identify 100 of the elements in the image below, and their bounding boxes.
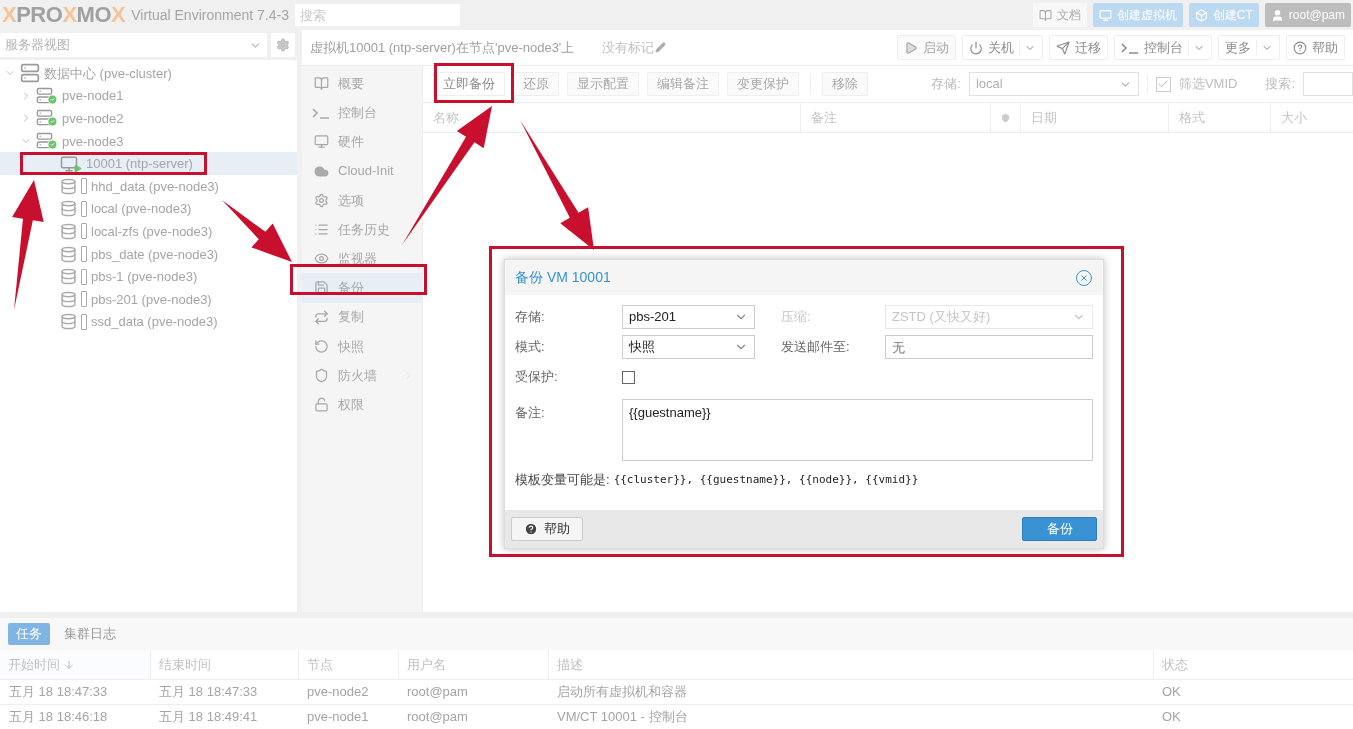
nav-item[interactable]: Cloud-Init: [302, 156, 422, 186]
column-header[interactable]: 备注: [800, 103, 990, 132]
select-field[interactable]: 快照: [622, 335, 755, 359]
column-header[interactable]: 状态: [1153, 650, 1353, 679]
nav-item[interactable]: 硬件: [302, 127, 422, 157]
tab[interactable]: 任务: [8, 623, 50, 645]
toolbar-button[interactable]: 控制台: [1114, 35, 1212, 60]
undo-icon: [313, 338, 329, 354]
tree-label: pbs-1 (pve-node3): [91, 269, 198, 285]
settings-button[interactable]: [271, 33, 295, 57]
column-header[interactable]: 用户名: [398, 650, 548, 679]
tree-label: pve-node1: [62, 88, 124, 104]
storage-label: 存储:: [931, 75, 961, 94]
nav-item[interactable]: 选项: [302, 185, 422, 215]
gear-icon: [276, 38, 290, 52]
search-label: 搜索:: [1265, 75, 1295, 94]
header-button[interactable]: root@pam: [1264, 3, 1351, 27]
tree-item[interactable]: pbs-201 (pve-node3): [0, 287, 297, 311]
tree-item[interactable]: hhd_data (pve-node3): [0, 174, 297, 198]
table-cell-text: pve-node2: [306, 683, 370, 702]
database-icon: [60, 245, 77, 263]
database-icon: [60, 313, 77, 331]
column-header[interactable]: 名称: [423, 103, 800, 132]
view-select[interactable]: 服务器视图: [0, 33, 267, 57]
column-header[interactable]: 日期: [1020, 103, 1168, 132]
tab[interactable]: 集群日志: [56, 623, 124, 645]
node-online-icon: [36, 86, 58, 105]
nav-item[interactable]: 权限: [302, 390, 422, 420]
tree-item[interactable]: pbs-1 (pve-node3): [0, 265, 297, 288]
vm-title: 虚拟机10001 (ntp-server)在节点'pve-node3'上: [310, 38, 575, 57]
column-header[interactable]: 描述: [548, 650, 1153, 679]
backup-button[interactable]: 备份: [1022, 517, 1097, 541]
list-icon: [313, 222, 329, 238]
nav-item[interactable]: 控制台: [302, 98, 422, 128]
tree-item[interactable]: 10001 (ntp-server): [0, 152, 297, 175]
column-header[interactable]: 格式: [1168, 103, 1270, 132]
notes-field[interactable]: {{guestname}}: [622, 399, 1093, 461]
shield-icon: [1001, 111, 1010, 124]
database-icon: [60, 177, 77, 195]
column-header[interactable]: 结束时间: [150, 650, 298, 679]
protected-checkbox[interactable]: [622, 370, 635, 384]
column-header[interactable]: 节点: [298, 650, 398, 679]
toolbar-button[interactable]: 迁移: [1049, 35, 1108, 60]
toolbar-button[interactable]: 帮助: [1286, 35, 1345, 60]
help-icon: [524, 522, 538, 536]
tree-item[interactable]: local (pve-node3): [0, 197, 297, 221]
nav-item[interactable]: 任务历史: [302, 214, 422, 245]
tree-label: hhd_data (pve-node3): [91, 178, 219, 194]
cube-icon: [1194, 8, 1208, 22]
email-field[interactable]: 无: [885, 335, 1093, 359]
header-button[interactable]: 创建CT: [1188, 3, 1259, 27]
tree-item[interactable]: ssd_data (pve-node3): [0, 310, 297, 334]
usage-bar-icon: [81, 246, 87, 263]
nav-item[interactable]: 防火墙: [302, 360, 422, 391]
table-cell-text: 五月 18 18:49:41: [158, 708, 259, 727]
tree-item[interactable]: local-zfs (pve-node3): [0, 220, 297, 243]
terminal-icon: [312, 106, 330, 119]
help-button[interactable]: 帮助: [511, 517, 583, 541]
nav-item[interactable]: 复制: [302, 302, 422, 332]
storage-select[interactable]: local: [968, 72, 1139, 96]
header-button[interactable]: 创建虚拟机: [1092, 3, 1183, 27]
hint-label: 模板变量可能是:: [515, 471, 610, 489]
nav-item[interactable]: 快照: [302, 331, 422, 361]
table-cell-text: OK: [1161, 683, 1182, 702]
field-label: 存储:: [515, 308, 546, 327]
field-label: 备注:: [515, 404, 546, 422]
column-header[interactable]: 大小: [1270, 103, 1353, 132]
tree-item[interactable]: 数据中心 (pve-cluster): [0, 62, 297, 85]
column-header[interactable]: 开始时间: [0, 650, 150, 679]
tree-item[interactable]: pve-node2: [0, 107, 297, 130]
pencil-icon[interactable]: [655, 42, 667, 53]
monitor-icon: [1098, 8, 1112, 22]
search-field[interactable]: [1303, 72, 1353, 96]
tree-label: 数据中心 (pve-cluster): [44, 65, 172, 81]
tree-item[interactable]: pve-node1: [0, 84, 297, 108]
vm-running-icon: [60, 154, 82, 173]
close-icon[interactable]: [1075, 268, 1093, 287]
toolbar-button[interactable]: 更多: [1218, 35, 1280, 60]
select-field[interactable]: pbs-201: [622, 305, 755, 329]
filter-checkbox[interactable]: [1155, 76, 1171, 92]
node-online-icon: [36, 109, 58, 128]
logo: XPROXMOX: [2, 4, 126, 26]
filter-label: 筛选VMID: [1178, 75, 1238, 94]
toolbar-button[interactable]: 关机: [962, 35, 1043, 60]
send-icon: [1056, 40, 1070, 55]
tree-label: pve-node3: [62, 133, 124, 149]
header-button[interactable]: 文档: [1032, 3, 1087, 27]
table-cell-text: 启动所有虚拟机和容器: [556, 683, 688, 702]
help-icon: [1293, 40, 1307, 55]
nav-item[interactable]: 概要: [302, 69, 422, 99]
sort-arrow-icon: [63, 658, 75, 671]
usage-bar-icon: [81, 313, 87, 330]
toolbar-button[interactable]: 立即备份: [433, 72, 505, 96]
server-rack-icon: [20, 63, 40, 84]
tree-label: pbs_date (pve-node3): [91, 246, 219, 262]
tree-item[interactable]: pve-node3: [0, 129, 297, 153]
template-variables: {{cluster}}, {{guestname}}, {{node}}, {{vmid}}: [613, 471, 919, 488]
nav-item[interactable]: 监视器: [302, 244, 422, 274]
tree-item[interactable]: pbs_date (pve-node3): [0, 242, 297, 266]
eye-icon: [313, 251, 329, 267]
